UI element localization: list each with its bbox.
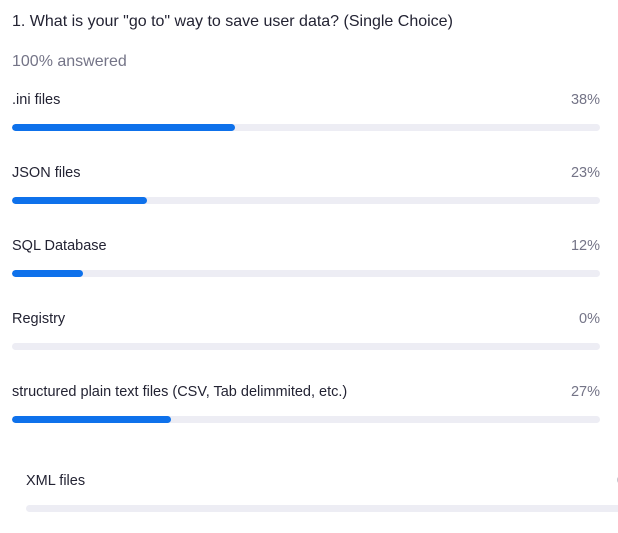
- progress-fill: [12, 416, 171, 423]
- option-label: JSON files: [12, 165, 81, 181]
- option-percent: 0%: [579, 311, 600, 327]
- progress-track: [12, 197, 600, 204]
- option-label: XML files: [26, 473, 86, 489]
- poll-question: 1. What is your "go to" way to save user…: [12, 13, 453, 30]
- option-percent: 27%: [570, 384, 600, 400]
- option-percent: 12%: [570, 238, 600, 254]
- progress-track: [12, 343, 600, 350]
- progress-track: [12, 416, 600, 423]
- progress-fill: [12, 124, 236, 131]
- poll-option: Registry 0%: [12, 311, 600, 371]
- progress-fill: [12, 270, 83, 277]
- poll-option: XML files 0%: [26, 473, 618, 533]
- option-label: .ini files: [12, 92, 61, 108]
- poll-option: SQL Database 12%: [12, 238, 600, 298]
- poll-option: .ini files 38%: [12, 92, 600, 152]
- option-percent: 38%: [570, 92, 600, 108]
- poll-option: structured plain text files (CSV, Tab de…: [12, 384, 600, 444]
- option-percent: 23%: [570, 165, 600, 181]
- progress-fill: [12, 197, 148, 204]
- progress-track: [12, 124, 600, 131]
- poll-option: JSON files 23%: [12, 165, 600, 225]
- option-label: structured plain text files (CSV, Tab de…: [12, 384, 348, 400]
- progress-track: [26, 505, 618, 512]
- poll-results: 1. What is your "go to" way to save user…: [0, 0, 618, 518]
- option-label: Registry: [12, 311, 66, 327]
- option-label: SQL Database: [12, 238, 107, 254]
- answered-rate: 100% answered: [12, 53, 127, 70]
- progress-track: [12, 270, 600, 277]
